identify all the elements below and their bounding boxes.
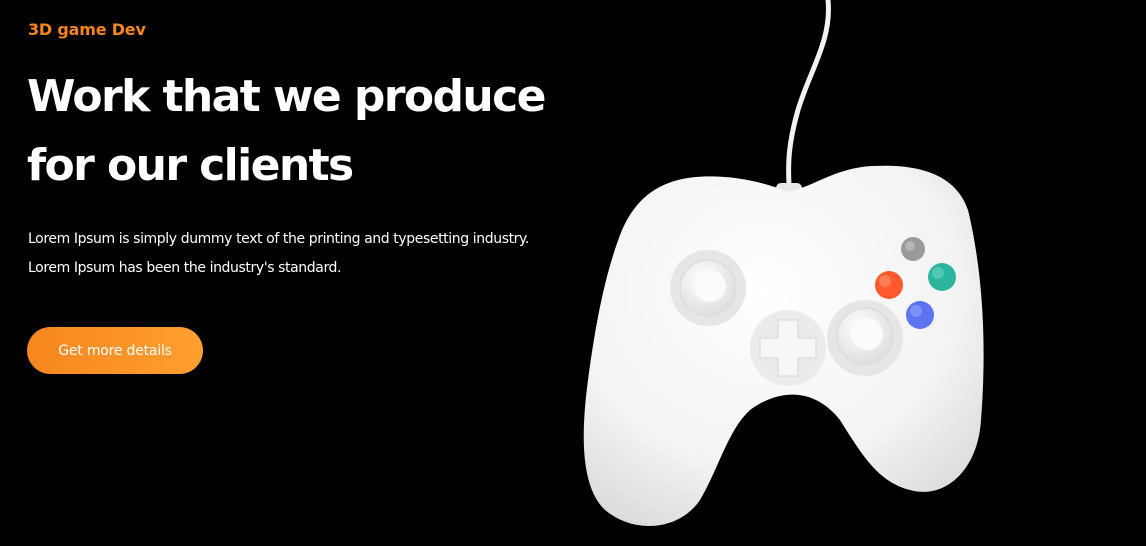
- hero-headline: Work that we produce for our clients: [27, 62, 546, 200]
- gamepad-controller-icon: [583, 0, 984, 527]
- hero-headline-line-2: for our clients: [27, 140, 354, 191]
- hero-description-line-1: Lorem Ipsum is simply dummy text of the …: [28, 231, 529, 247]
- hero-section: 3D game Dev Work that we produce for our…: [0, 0, 1146, 546]
- hero-description-line-2: Lorem Ipsum has been the industry's stan…: [28, 260, 342, 276]
- hero-eyebrow: 3D game Dev: [28, 20, 146, 39]
- hero-headline-line-1: Work that we produce: [27, 71, 546, 122]
- controller-cable: [786, 0, 831, 188]
- get-more-details-button[interactable]: Get more details: [27, 327, 203, 374]
- hero-description: Lorem Ipsum is simply dummy text of the …: [28, 225, 529, 283]
